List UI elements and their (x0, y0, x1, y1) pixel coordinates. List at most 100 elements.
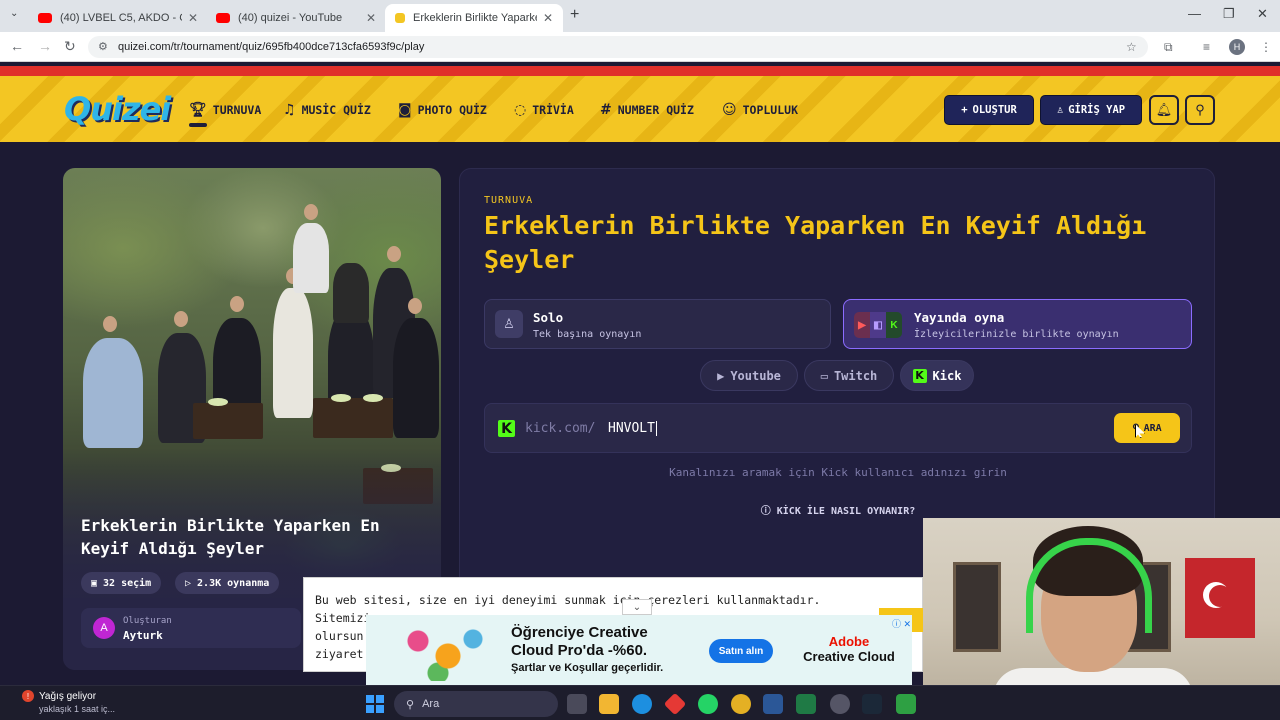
hash-icon: # (600, 102, 612, 118)
nav-turnuva[interactable]: 🏆︎ TURNUVA (189, 102, 261, 118)
quizei-favicon-icon (395, 13, 405, 23)
app-red-icon[interactable] (663, 692, 687, 716)
platform-youtube[interactable]: ▶ Youtube (700, 360, 798, 391)
kick-icon: K (912, 368, 927, 383)
back-arrow-icon[interactable]: ← (10, 38, 24, 54)
solo-mode-option[interactable]: ♙ Solo Tek başına oynayın (484, 299, 831, 349)
live-mode-option[interactable]: ▶ ◧ K Yayında oyna İzleyicilerinizle bir… (843, 299, 1192, 349)
steam-icon[interactable] (862, 694, 882, 714)
twitch-icon: ▭ (820, 368, 828, 383)
tab-3-active[interactable]: Erkeklerin Birlikte Yaparken En K ✕ (385, 4, 563, 32)
login-label: GİRİŞ YAP (1068, 104, 1126, 116)
nav-trivia[interactable]: ◌ TRİVİA (514, 102, 574, 118)
excel-icon[interactable] (796, 694, 816, 714)
solo-subtitle: Tek başına oynayın (533, 329, 642, 340)
url-prefix: kick.com/ (525, 421, 596, 436)
kick-channel-input[interactable]: K kick.com/ HNVOLT ⚲ ARA (484, 403, 1192, 453)
extensions-icon[interactable]: ⧉ (1164, 40, 1173, 55)
platform-twitch[interactable]: ▭ Twitch (804, 360, 894, 391)
chrome-icon[interactable] (731, 694, 751, 714)
music-note-icon: ♫ (283, 102, 296, 118)
tab-title: (40) LVBEL C5, AKDO - COOOK (60, 12, 182, 24)
close-icon[interactable]: ✕ (366, 11, 376, 25)
platform-kick[interactable]: K Kick (900, 360, 974, 391)
notification-bell-button[interactable]: 🔔︎ (1149, 95, 1179, 125)
twitch-icon: ◧ (870, 312, 886, 338)
image-icon: ▣ (91, 577, 98, 589)
ad-brand: Adobe Creative Cloud (803, 634, 895, 664)
forward-arrow-icon[interactable]: → (38, 38, 52, 54)
url-field[interactable]: ⚙ quizei.com/tr/tournament/quiz/695fb400… (88, 36, 1148, 58)
input-hint: Kanalınızı aramak için Kick kullanıcı ad… (669, 466, 1007, 479)
nav-topluluk[interactable]: ☺ TOPLULUK (722, 102, 798, 118)
channel-input-value[interactable]: HNVOLT (608, 421, 657, 436)
choices-chip: ▣ 32 seçim (81, 572, 162, 594)
file-explorer-icon[interactable] (599, 694, 619, 714)
ad-illustration (388, 621, 488, 681)
live-title: Yayında oyna (914, 310, 1005, 325)
new-tab-button[interactable]: + (570, 6, 579, 24)
nav-number-quiz[interactable]: # NUMBER QUİZ (600, 102, 694, 118)
camera-icon: ◙ (398, 102, 412, 118)
top-accent-bar (0, 66, 1280, 76)
flag-decoration (1185, 558, 1255, 638)
nav-label: TOPLULUK (742, 103, 798, 117)
tab-search-icon[interactable]: ⌄ (10, 8, 18, 19)
kick-icon: K (498, 420, 515, 437)
search-channel-button[interactable]: ⚲ ARA (1114, 413, 1180, 443)
site-info-icon[interactable]: ⚙ (98, 40, 108, 53)
site-search-button[interactable]: ⚲ (1185, 95, 1215, 125)
login-button[interactable]: ♙ GİRİŞ YAP (1040, 95, 1142, 125)
url-text: quizei.com/tr/tournament/quiz/695fb400dc… (118, 41, 425, 53)
webcam-overlay (923, 518, 1280, 688)
creator-label: Oluşturan (123, 616, 172, 626)
whatsapp-icon[interactable] (698, 694, 718, 714)
platform-badges: ▶ ◧ K (854, 312, 902, 338)
obs-icon[interactable] (830, 694, 850, 714)
user-icon: ♙ (1056, 104, 1064, 116)
active-nav-indicator (189, 123, 207, 127)
maximize-icon[interactable]: ❐ (1223, 6, 1235, 22)
nav-music-quiz[interactable]: ♫ MUSİC QUİZ (283, 102, 371, 118)
minimize-icon[interactable]: — (1188, 6, 1201, 21)
platform-label: Kick (932, 368, 962, 383)
creator-name: Ayturk (123, 629, 163, 642)
avatar: A (93, 617, 115, 639)
ad-buy-button[interactable]: Satın alın (709, 639, 773, 663)
tab-title: Erkeklerin Birlikte Yaparken En K (413, 12, 537, 24)
card-title: Erkeklerin Birlikte Yaparken En Keyif Al… (81, 516, 380, 558)
task-view-icon[interactable] (567, 694, 587, 714)
ad-banner[interactable]: Öğrenciye Creative Cloud Pro'da -%60. Şa… (366, 615, 912, 685)
windows-start-icon[interactable] (366, 695, 384, 713)
nav-photo-quiz[interactable]: ◙ PHOTO QUİZ (398, 102, 487, 118)
media-icon[interactable]: ≡ (1203, 40, 1210, 54)
close-icon[interactable]: ✕ (543, 11, 553, 25)
close-icon[interactable]: ✕ (188, 11, 198, 25)
plus-icon: + (961, 104, 968, 116)
tab-2[interactable]: (40) quizei - YouTube ✕ (206, 4, 386, 32)
ad-collapse-chevron-icon[interactable]: ⌄ (622, 599, 652, 615)
menu-kebab-icon[interactable]: ⋮ (1260, 40, 1272, 54)
xbox-icon[interactable] (896, 694, 916, 714)
taskbar-search[interactable]: ⚲ Ara (394, 691, 558, 717)
panel-eyebrow: TURNUVA (484, 195, 534, 206)
nav-label: TRİVİA (532, 103, 574, 117)
site-logo[interactable]: Quizei (64, 90, 171, 128)
profile-avatar[interactable]: H (1229, 39, 1245, 55)
search-icon: ⚲ (1195, 102, 1205, 117)
creator-box[interactable]: A Oluşturan Ayturk (81, 608, 301, 648)
weather-alert-icon[interactable]: ! (22, 690, 34, 702)
word-icon[interactable] (763, 694, 783, 714)
webcam-background (953, 562, 1001, 652)
nav-label: MUSİC QUİZ (301, 103, 371, 117)
ad-info-icon[interactable]: ⓘ ✕ (892, 617, 911, 630)
how-to-play-link[interactable]: ⓘ KİCK İLE NASIL OYNANIR? (460, 502, 1216, 517)
window-close-icon[interactable]: ✕ (1257, 6, 1268, 22)
bookmark-star-icon[interactable]: ☆ (1126, 40, 1137, 54)
search-button-label: ARA (1143, 422, 1162, 434)
reload-icon[interactable]: ↻ (64, 38, 76, 55)
weather-title[interactable]: Yağış geliyor (39, 691, 96, 702)
edge-icon[interactable] (632, 694, 652, 714)
create-button[interactable]: + OLUŞTUR (944, 95, 1034, 125)
tab-1[interactable]: (40) LVBEL C5, AKDO - COOOK ✕ (28, 4, 208, 32)
